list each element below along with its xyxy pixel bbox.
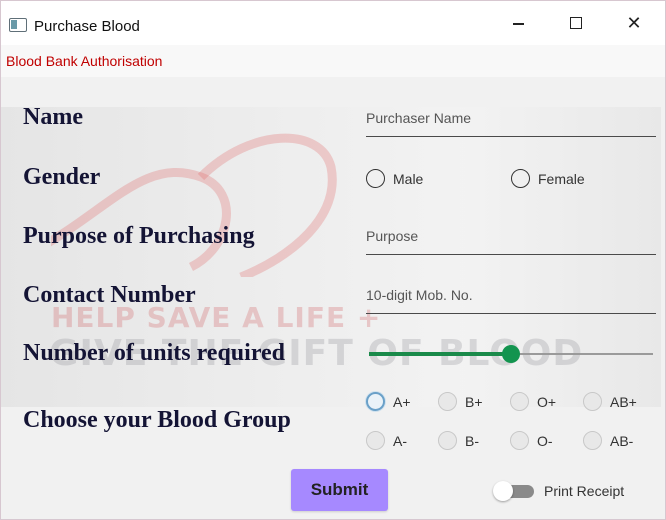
submit-button[interactable]: Submit <box>291 469 388 511</box>
title-bar: Purchase Blood ✕ <box>1 1 665 45</box>
radio-circle <box>583 431 602 450</box>
maximize-button[interactable] <box>547 1 605 45</box>
purchase-blood-window: Purchase Blood ✕ Blood Bank Authorisatio… <box>0 0 666 520</box>
units-label: Number of units required <box>23 340 286 366</box>
radio-circle <box>366 392 385 411</box>
blood-group-o-neg-radio[interactable]: O- <box>510 431 553 450</box>
blood-group-b-pos-radio[interactable]: B+ <box>438 392 483 411</box>
blood-group-b-neg-radio[interactable]: B- <box>438 431 479 450</box>
blood-group-label: AB+ <box>610 393 637 410</box>
gender-male-label: Male <box>393 170 424 187</box>
window-title: Purchase Blood <box>34 18 140 35</box>
maximize-icon <box>570 17 582 29</box>
form-area: HELP SAVE A LIFE + GIVE THE GIFT OF BLOO… <box>1 77 665 519</box>
gender-female-label: Female <box>538 170 585 187</box>
radio-circle <box>511 169 530 188</box>
contact-label: Contact Number <box>23 282 196 308</box>
blood-group-a-pos-radio[interactable]: A+ <box>366 392 411 411</box>
app-window-icon <box>9 18 27 32</box>
heart-ribbon-graphic <box>51 133 337 277</box>
minimize-icon <box>512 23 524 25</box>
purpose-label: Purpose of Purchasing <box>23 223 255 249</box>
units-slider[interactable] <box>369 344 653 364</box>
purpose-field <box>366 219 656 255</box>
print-receipt-label: Print Receipt <box>544 483 625 499</box>
radio-circle <box>438 431 457 450</box>
radio-circle <box>366 431 385 450</box>
close-icon: ✕ <box>626 12 642 33</box>
blood-group-label: B- <box>465 432 479 449</box>
blood-group-o-pos-radio[interactable]: O+ <box>510 392 556 411</box>
slider-thumb[interactable] <box>502 345 520 363</box>
menu-bar: Blood Bank Authorisation <box>1 45 665 77</box>
blood-group-ab-pos-radio[interactable]: AB+ <box>583 392 637 411</box>
blood-group-label: AB- <box>610 432 634 449</box>
minimize-button[interactable] <box>489 1 547 45</box>
close-button[interactable]: ✕ <box>605 1 663 45</box>
menu-blood-bank-authorisation[interactable]: Blood Bank Authorisation <box>6 53 162 69</box>
contact-field <box>366 278 656 314</box>
blood-group-label: O- <box>537 432 553 449</box>
toggle-knob <box>493 481 513 501</box>
radio-circle <box>510 392 529 411</box>
radio-circle <box>366 169 385 188</box>
contact-input[interactable] <box>366 280 656 310</box>
radio-circle <box>583 392 602 411</box>
name-field <box>366 101 656 137</box>
blood-group-label: A- <box>393 432 407 449</box>
blood-group-label: A+ <box>393 393 411 410</box>
blood-group-a-neg-radio[interactable]: A- <box>366 431 407 450</box>
blood-group-label: O+ <box>537 393 557 410</box>
gender-label: Gender <box>23 164 101 190</box>
print-receipt-toggle[interactable] <box>493 481 535 501</box>
purpose-input[interactable] <box>366 221 656 251</box>
slider-fill <box>369 352 511 356</box>
gender-female-radio[interactable]: Female <box>511 169 585 188</box>
name-label: Name <box>23 104 83 130</box>
blood-group-ab-neg-radio[interactable]: AB- <box>583 431 633 450</box>
radio-circle <box>510 431 529 450</box>
bloodgroup-label: Choose your Blood Group <box>23 407 291 433</box>
name-input[interactable] <box>366 103 656 133</box>
gender-male-radio[interactable]: Male <box>366 169 423 188</box>
blood-group-label: B+ <box>465 393 483 410</box>
radio-circle <box>438 392 457 411</box>
